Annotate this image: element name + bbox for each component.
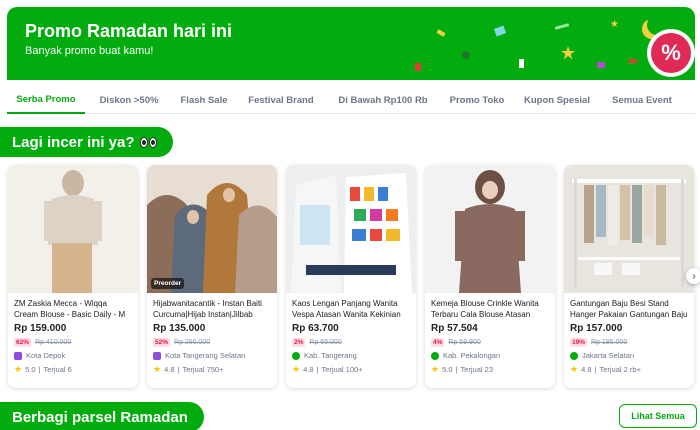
section-title-lagi-incer: Lagi incer ini ya? — [0, 127, 173, 157]
rating: 4.8 — [303, 365, 314, 374]
tab-semua-event[interactable]: Semua Event — [599, 86, 685, 114]
original-price: Rp 410.000 — [35, 339, 72, 346]
shop-location: Kota Depok — [26, 351, 66, 360]
confetti-decoration — [462, 51, 470, 59]
product-name[interactable]: Kemeja Blouse Crinkle Wanita Terbaru Cal… — [431, 298, 549, 320]
product-image[interactable] — [8, 165, 138, 293]
star-icon: ★ — [610, 19, 619, 30]
star-icon: ★ — [153, 364, 162, 374]
promo-banner[interactable]: Promo Ramadan hari ini Banyak promo buat… — [7, 7, 695, 80]
product-card[interactable]: ZM Zaskia Mecca - Wiqqa Cream Blouse - B… — [8, 165, 138, 388]
tab-di-bawah-rp100rb[interactable]: Di Bawah Rp100 Rb — [327, 86, 439, 114]
star-icon: ★ — [560, 43, 577, 63]
product-name[interactable]: Gantungan Baju Besi Stand Hanger Pakaian… — [570, 298, 688, 320]
sold-count: Terjual 23 — [460, 365, 493, 374]
confetti-decoration — [436, 29, 446, 37]
confetti-decoration — [554, 23, 570, 30]
section-title-text: Lagi incer ini ya? — [12, 133, 135, 151]
percent-badge: % — [647, 29, 695, 77]
discount-badge: 4% — [431, 338, 445, 347]
sold-count: Terjual 2 rb+ — [599, 365, 641, 374]
discount-badge: 2% — [292, 338, 306, 347]
original-price: Rp 195.000 — [591, 339, 628, 346]
discount-badge: 52% — [153, 338, 171, 347]
confetti-decoration — [629, 59, 637, 63]
section-title-text: Berbagi parsel Ramadan — [12, 408, 188, 426]
pro-merchant-icon — [292, 351, 300, 360]
tab-festival-brand[interactable]: Festival Brand — [235, 86, 327, 114]
banner-title: Promo Ramadan hari ini — [25, 21, 233, 41]
confetti-decoration — [415, 63, 421, 71]
product-image[interactable] — [286, 165, 416, 293]
tab-flash-sale[interactable]: Flash Sale — [173, 86, 235, 114]
product-name[interactable]: Kaos Lengan Panjang Wanita Vespa Atasan … — [292, 298, 410, 320]
star-icon: ★ — [431, 364, 440, 374]
promo-tabs: Serba Promo Diskon >50% Flash Sale Festi… — [7, 86, 695, 114]
product-image[interactable]: Preorder — [147, 165, 277, 293]
discount-badge: 19% — [570, 338, 588, 347]
tab-promo-toko[interactable]: Promo Toko — [439, 86, 515, 114]
sold-count: Terjual 100+ — [321, 365, 363, 374]
tab-diskon-50[interactable]: Diskon >50% — [85, 86, 173, 114]
banner-subtitle: Banyak promo buat kamu! — [25, 45, 154, 57]
original-price: Rp 59.900 — [448, 339, 481, 346]
rating: 4.8 — [164, 365, 175, 374]
shop-location: Kab. Pekalongan — [443, 351, 501, 360]
product-price: Rp 159.000 — [14, 323, 67, 334]
original-price: Rp 65.000 — [309, 339, 342, 346]
product-image[interactable] — [564, 165, 694, 293]
star-icon: ★ — [292, 364, 301, 374]
rating: 5.0 — [442, 365, 453, 374]
product-card[interactable]: Preorder Hijabwanitacantik - Instan Bait… — [147, 165, 277, 388]
power-merchant-icon — [153, 351, 161, 360]
chevron-right-icon[interactable]: › — [686, 268, 700, 284]
sold-count: Terjual 6 — [43, 365, 72, 374]
product-name[interactable]: Hijabwanitacantik - Instan Baiti Curcuma… — [153, 298, 271, 320]
product-price: Rp 157.000 — [570, 323, 623, 334]
product-price: Rp 57.504 — [431, 323, 478, 334]
shop-location: Kab. Tangerang — [304, 351, 357, 360]
pro-merchant-icon — [431, 351, 439, 360]
star-icon: ★ — [570, 364, 579, 374]
product-price: Rp 135.000 — [153, 323, 206, 334]
power-merchant-icon — [14, 351, 22, 360]
preorder-label: Preorder — [151, 278, 185, 289]
shop-location: Jakarta Selatan — [582, 351, 635, 360]
section-title-berbagi-parsel: Berbagi parsel Ramadan — [0, 402, 204, 430]
product-image[interactable] — [425, 165, 555, 293]
product-name[interactable]: ZM Zaskia Mecca - Wiqqa Cream Blouse - B… — [14, 298, 132, 320]
tab-kupon-spesial[interactable]: Kupon Spesial — [515, 86, 599, 114]
product-card[interactable]: Kemeja Blouse Crinkle Wanita Terbaru Cal… — [425, 165, 555, 388]
confetti-decoration — [597, 62, 605, 68]
shop-location: Kota Tangerang Selatan — [165, 351, 246, 360]
percent-icon: % — [651, 33, 691, 73]
product-card[interactable]: Gantungan Baju Besi Stand Hanger Pakaian… — [564, 165, 694, 388]
confetti-decoration — [519, 59, 524, 68]
rating: 4.8 — [581, 365, 592, 374]
star-icon: ★ — [14, 364, 23, 374]
product-price: Rp 63.700 — [292, 323, 339, 334]
sold-count: Terjual 750+ — [182, 365, 224, 374]
tab-serba-promo[interactable]: Serba Promo — [7, 86, 85, 114]
rating: 5.0 — [25, 365, 36, 374]
discount-badge: 62% — [14, 338, 32, 347]
product-card[interactable]: Kaos Lengan Panjang Wanita Vespa Atasan … — [286, 165, 416, 388]
pro-merchant-icon — [570, 351, 578, 360]
confetti-decoration — [493, 25, 507, 37]
eyes-emoji-icon — [139, 136, 157, 148]
original-price: Rp 280.000 — [174, 339, 211, 346]
see-all-button[interactable]: Lihat Semua — [619, 404, 697, 428]
